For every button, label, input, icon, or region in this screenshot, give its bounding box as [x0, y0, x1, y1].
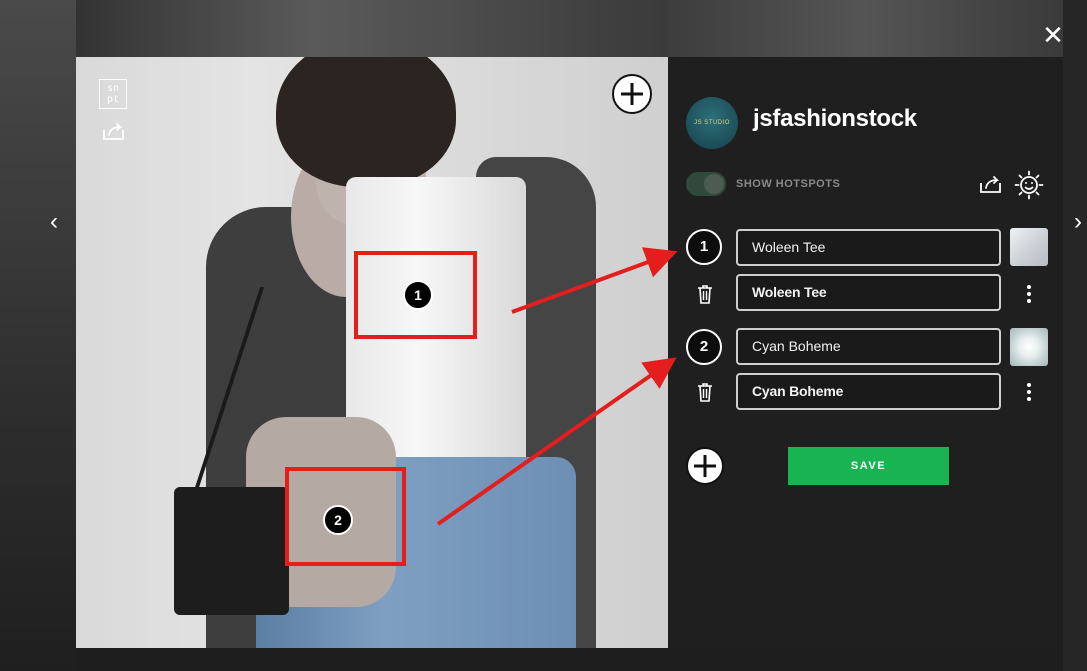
- product-search-field[interactable]: Cyan Boheme: [736, 373, 1001, 410]
- background-photo-top: [76, 0, 668, 57]
- hotspot-1[interactable]: 1: [403, 280, 433, 310]
- next-arrow-icon[interactable]: ›: [1074, 208, 1087, 236]
- share-icon[interactable]: [101, 120, 127, 142]
- trash-icon[interactable]: [695, 283, 715, 305]
- background-photo-bottom: [76, 648, 1063, 671]
- previous-arrow-icon[interactable]: ‹: [44, 208, 64, 236]
- background-photo-top-right: [668, 0, 1063, 57]
- product-search-field[interactable]: Woleen Tee: [736, 274, 1001, 311]
- background-photo-right: [1063, 0, 1087, 671]
- item-number-badge: 2: [686, 329, 722, 365]
- trash-icon[interactable]: [695, 381, 715, 403]
- save-button[interactable]: SAVE: [788, 447, 949, 485]
- add-hotspot-plus-icon[interactable]: [686, 447, 724, 485]
- item-thumbnail[interactable]: [1010, 328, 1048, 366]
- item-thumbnail[interactable]: [1010, 228, 1048, 266]
- show-hotspots-label: SHOW HOTSPOTS: [736, 178, 841, 190]
- item-title-input[interactable]: Cyan Boheme: [736, 328, 1001, 365]
- add-photo-plus-icon[interactable]: [612, 74, 652, 114]
- more-options-icon[interactable]: [1025, 285, 1033, 305]
- hotspot-2[interactable]: 2: [323, 505, 353, 535]
- photo-shape: [174, 487, 289, 615]
- account-username[interactable]: jsfashionstock: [753, 105, 917, 133]
- background-photo-left: [0, 0, 76, 671]
- share-icon[interactable]: [978, 173, 1004, 195]
- show-hotspots-toggle[interactable]: [686, 172, 726, 196]
- close-icon[interactable]: ✕: [1040, 22, 1066, 48]
- item-title-input[interactable]: Woleen Tee: [736, 229, 1001, 266]
- brightness-icon[interactable]: [1014, 170, 1044, 200]
- item-number-badge: 1: [686, 229, 722, 265]
- avatar[interactable]: JS STUDIO: [686, 97, 738, 149]
- more-options-icon[interactable]: [1025, 383, 1033, 403]
- photo-shape: [276, 57, 456, 187]
- toggle-knob: [704, 174, 724, 194]
- snpt-logo: sn pt: [99, 79, 127, 109]
